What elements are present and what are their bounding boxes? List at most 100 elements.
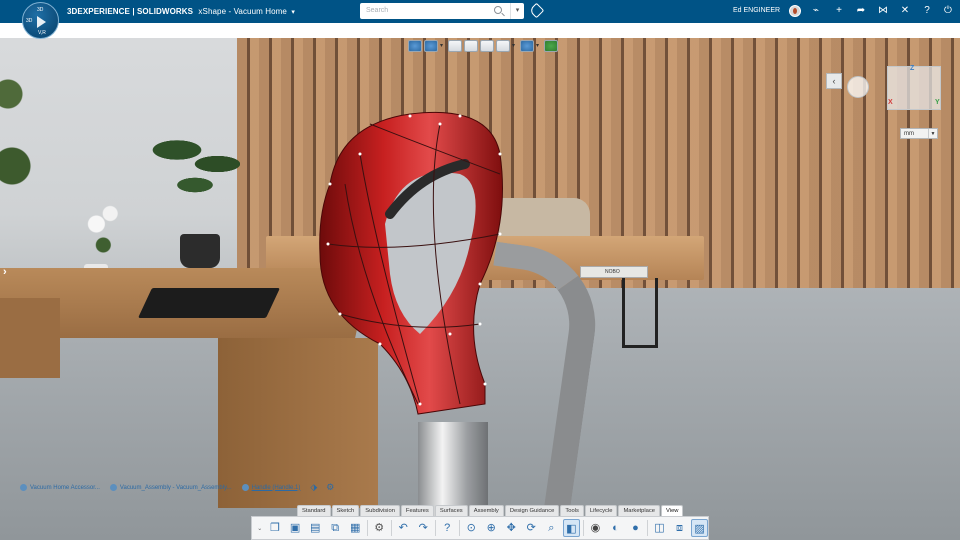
axis-z-label: Z [910, 65, 915, 72]
breadcrumb-label[interactable]: Handle (Handle.1) [252, 485, 301, 491]
render-icon[interactable]: ● [627, 519, 644, 537]
palm-plant [150, 108, 240, 248]
separator [647, 520, 648, 536]
separator [366, 520, 368, 536]
pan-icon[interactable]: ✥ [503, 519, 520, 537]
chevron-down-icon[interactable]: ⌄ [256, 525, 264, 532]
fit-all-icon[interactable]: ⊙ [463, 519, 480, 537]
undo-icon[interactable]: ↶ [395, 519, 412, 537]
axis-y-label: Y [935, 99, 940, 106]
hide-show-icon[interactable]: ◉ [587, 519, 604, 537]
breadcrumb-label[interactable]: Vacuum_Assembly - Vacuum_Assembly... [120, 485, 232, 491]
breadcrumb-item[interactable]: Handle (Handle.1) [241, 484, 301, 491]
play-icon[interactable] [37, 16, 46, 28]
chevron-down-icon[interactable]: ▾ [291, 8, 295, 16]
expand-tree-icon[interactable]: › [3, 266, 7, 278]
search-box[interactable]: Search ▾ [360, 3, 524, 19]
product-icon [20, 484, 27, 491]
help-icon[interactable]: ? [921, 5, 933, 17]
book-title: NOBO [605, 269, 620, 275]
breadcrumb-label[interactable]: Vacuum Home Accessor... [30, 485, 100, 491]
app-name[interactable]: xShape - Vacuum Home [198, 7, 287, 16]
fit-all-icon[interactable] [408, 40, 422, 52]
search-dropdown-icon[interactable]: ▾ [510, 3, 524, 19]
tab-features[interactable]: Features [400, 505, 434, 516]
section-icon[interactable]: ◫ [651, 519, 668, 537]
chevron-down-icon[interactable]: ▾ [536, 40, 542, 52]
tab-view[interactable]: View [661, 505, 684, 516]
measure-icon[interactable] [480, 40, 494, 52]
search-icon[interactable] [494, 6, 502, 14]
render-style-icon[interactable] [448, 40, 462, 52]
vacuum-handle-model[interactable] [300, 104, 530, 434]
display-icon[interactable] [496, 40, 510, 52]
units-select[interactable]: mm ▼ [900, 128, 938, 139]
top-bar: 3DEXPERIENCE | SOLIDWORKS xShape - Vacuu… [0, 0, 960, 23]
redo-icon[interactable]: ↷ [415, 519, 432, 537]
zoom-area-icon[interactable]: ⌕ [543, 519, 560, 537]
separator [582, 520, 584, 536]
rotate-icon[interactable]: ⟳ [523, 519, 540, 537]
tab-subdivision[interactable]: Subdivision [360, 505, 400, 516]
avatar[interactable] [789, 5, 801, 17]
power-icon[interactable]: ⏻ [942, 5, 954, 17]
tab-marketplace[interactable]: Marketplace [618, 505, 661, 516]
compass-left-label: 3D [26, 18, 33, 24]
zoom-icon[interactable]: ⊕ [483, 519, 500, 537]
view-toolbar: ▾ ▾ ▾ [408, 40, 558, 52]
cube-view-icon[interactable]: ◧ [562, 519, 580, 537]
previous-view-icon[interactable]: ‹ [826, 73, 842, 89]
part-icon [241, 484, 249, 491]
action-bar-tabs: Standard Sketch Subdivision Features Sur… [297, 505, 684, 516]
view-cube[interactable]: Z X Y [887, 65, 941, 110]
check-icon[interactable] [544, 40, 558, 52]
brand-name: 3DEXPERIENCE | SOLIDWORKS [67, 7, 194, 16]
gear-icon[interactable]: ⚙ [326, 482, 334, 493]
select-icon[interactable]: ⬗ [310, 482, 317, 493]
save-all-icon[interactable]: ⧉ [327, 519, 344, 537]
separator [458, 520, 460, 536]
properties-icon[interactable]: ▦ [347, 519, 364, 537]
capture-icon[interactable]: ⧈ [671, 519, 688, 537]
material-icon[interactable]: ◐ [607, 519, 624, 537]
section-icon[interactable] [464, 40, 478, 52]
tab-assembly[interactable]: Assembly [468, 505, 504, 516]
new-icon[interactable]: ❐ [267, 519, 284, 537]
tab-surfaces[interactable]: Surfaces [434, 505, 468, 516]
breadcrumb-item[interactable]: Vacuum Home Accessor... [20, 484, 100, 491]
forward-icon[interactable]: ➦ [855, 5, 867, 17]
tab-sketch[interactable]: Sketch [331, 505, 360, 516]
help-icon[interactable]: ? [439, 519, 456, 537]
tab-design-guidance[interactable]: Design Guidance [504, 505, 560, 516]
image-icon[interactable]: ▨ [691, 519, 709, 537]
share-icon[interactable]: ⌁ [810, 5, 822, 17]
chevron-down-icon[interactable]: ▼ [928, 129, 937, 138]
view-mode-icon[interactable] [424, 40, 438, 52]
breadcrumb-tools[interactable]: ⬗ ⚙ [310, 482, 334, 493]
add-icon[interactable]: + [833, 5, 845, 17]
tab-standard[interactable]: Standard [297, 505, 331, 516]
compass[interactable]: 3D 3D V,R [22, 2, 59, 39]
chevron-down-icon[interactable]: ▾ [512, 40, 518, 52]
cube-view-icon[interactable] [520, 40, 534, 52]
chevron-down-icon[interactable]: ▾ [440, 40, 446, 52]
open-icon[interactable]: ▣ [287, 519, 304, 537]
breadcrumb-item[interactable]: Vacuum_Assembly - Vacuum_Assembly... [109, 484, 232, 491]
3d-viewport[interactable]: NOBO ▾ ▾ ▾ › ‹ Z X Y mm ▼ Vacuum Home Ac… [0, 38, 960, 540]
compass-bottom-label: V,R [38, 30, 46, 36]
tab-lifecycle[interactable]: Lifecycle [584, 505, 618, 516]
separator [434, 520, 436, 536]
tools-icon[interactable]: ✕ [899, 5, 911, 17]
home-view-icon[interactable] [847, 76, 869, 98]
search-input[interactable]: Search [366, 7, 388, 14]
bench-leg [622, 278, 658, 348]
breadcrumb: Vacuum Home Accessor... Vacuum_Assembly … [20, 482, 334, 493]
user-name[interactable]: Ed ENGINEER [733, 7, 780, 14]
network-icon[interactable]: ⋈ [877, 5, 889, 17]
save-icon[interactable]: ▤ [307, 519, 324, 537]
tag-icon[interactable] [528, 2, 545, 19]
compass-top-label: 3D [37, 7, 44, 13]
product-icon [109, 484, 117, 491]
tab-tools[interactable]: Tools [560, 505, 584, 516]
settings-icon[interactable]: ⚙ [371, 519, 388, 537]
